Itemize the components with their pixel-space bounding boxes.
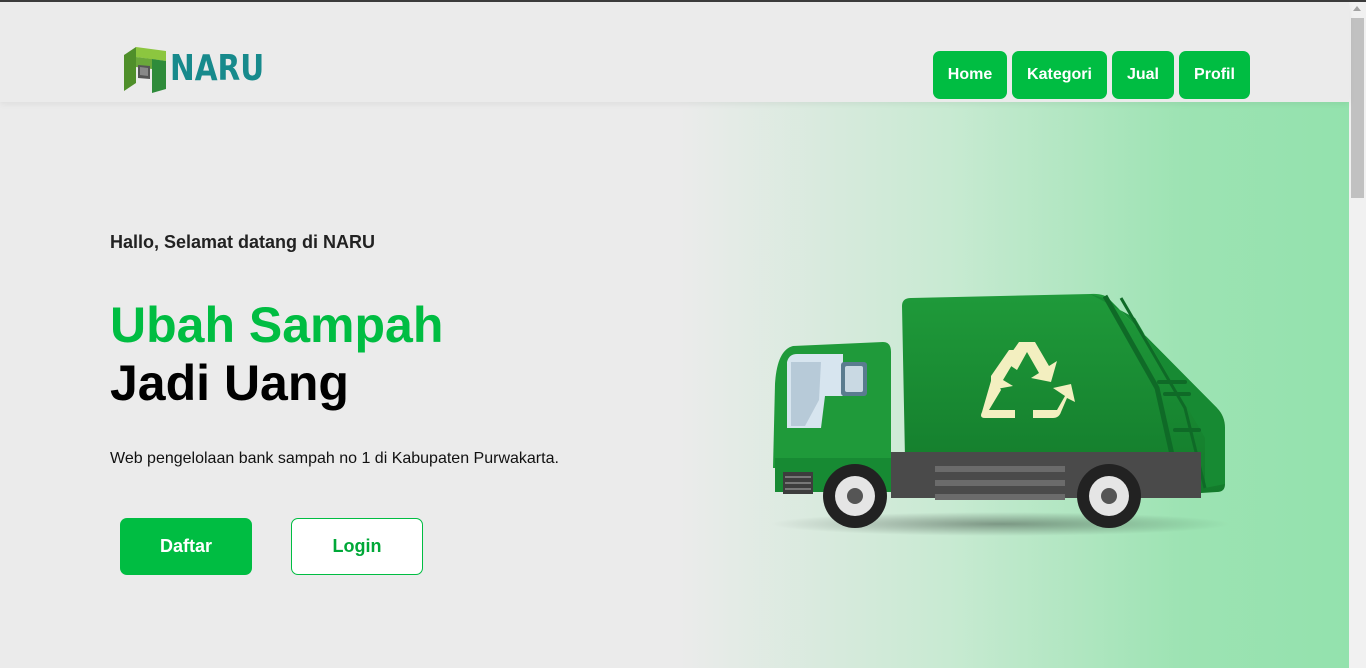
nav-jual-button[interactable]: Jual	[1112, 51, 1174, 99]
naru-logo-icon	[124, 47, 166, 93]
scrollbar-thumb[interactable]	[1351, 18, 1364, 198]
daftar-button[interactable]: Daftar	[120, 518, 252, 575]
hero-headline-line2: Jadi Uang	[110, 355, 349, 411]
garbage-truck-recycle-icon	[770, 293, 1230, 536]
login-button[interactable]: Login	[291, 518, 423, 575]
nav-home-button[interactable]: Home	[933, 51, 1007, 99]
nav-kategori-button[interactable]: Kategori	[1012, 51, 1107, 99]
hero-greeting: Hallo, Selamat datang di NARU	[110, 232, 376, 252]
hero-headline-line1: Ubah Sampah	[110, 297, 444, 353]
navbar: NARU Home Kategori Jual Profil	[0, 2, 1349, 102]
brand[interactable]: NARU	[122, 45, 285, 93]
scroll-up-arrow-icon[interactable]	[1353, 6, 1361, 11]
vertical-scrollbar[interactable]	[1349, 2, 1366, 668]
nav-profil-button[interactable]: Profil	[1179, 51, 1250, 99]
brand-name: NARU	[170, 48, 265, 89]
hero-tagline: Web pengelolaan bank sampah no 1 di Kabu…	[110, 450, 559, 467]
main-nav: Home Kategori Jual Profil	[933, 51, 1250, 99]
